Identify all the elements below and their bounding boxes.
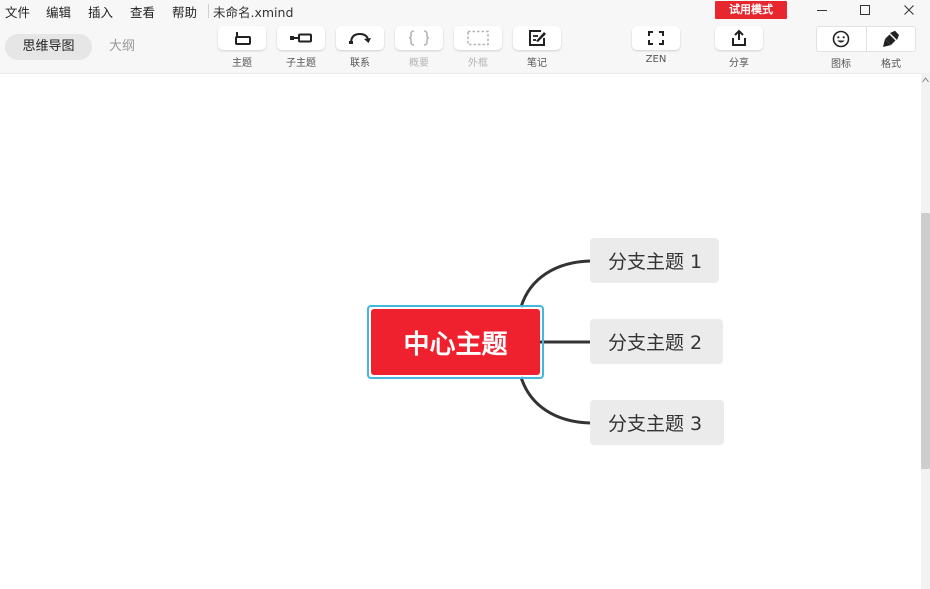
central-topic[interactable]: 中心主题 <box>371 309 540 375</box>
icon-button[interactable]: 图标 <box>816 26 866 70</box>
minimize-button[interactable] <box>802 0 842 21</box>
share-icon <box>732 29 746 46</box>
relationship-icon <box>349 32 371 44</box>
branch-topic-3[interactable]: 分支主题 3 <box>590 400 724 445</box>
zen-button[interactable]: ZEN <box>632 26 680 65</box>
relationship-label: 联系 <box>350 58 370 69</box>
menu-divider <box>208 4 209 18</box>
smiley-icon <box>832 30 850 48</box>
minimize-icon <box>817 10 827 11</box>
tab-outline[interactable]: 大纲 <box>100 34 144 60</box>
close-icon <box>904 5 914 15</box>
title-bar: 文件 编辑 插入 查看 帮助 未命名.xmind 试用模式 <box>0 0 930 21</box>
icon-label: 图标 <box>831 59 851 70</box>
close-button[interactable] <box>889 0 929 21</box>
brush-icon <box>883 30 899 47</box>
subtopic-button[interactable]: 子主题 <box>277 26 325 69</box>
menu-help[interactable]: 帮助 <box>172 2 197 21</box>
note-edit-icon <box>529 30 546 46</box>
menu-insert[interactable]: 插入 <box>88 2 113 21</box>
menu-edit[interactable]: 编辑 <box>46 2 71 21</box>
topic-label: 主题 <box>232 58 252 69</box>
fullscreen-icon <box>648 31 664 45</box>
subtopic-label: 子主题 <box>286 58 316 69</box>
file-name: 未命名.xmind <box>213 5 294 20</box>
scroll-up-arrow-icon[interactable] <box>922 77 929 83</box>
curly-braces-icon <box>408 30 430 46</box>
branch-topic-2[interactable]: 分支主题 2 <box>590 319 723 364</box>
subtopic-icon <box>290 33 312 43</box>
scrollbar-thumb[interactable] <box>921 213 930 469</box>
dashed-box-icon <box>467 30 489 46</box>
branch-topic-1[interactable]: 分支主题 1 <box>590 238 719 283</box>
maximize-icon <box>860 5 870 15</box>
trial-mode-badge[interactable]: 试用模式 <box>715 1 787 19</box>
maximize-button[interactable] <box>845 0 885 21</box>
summary-label: 概要 <box>409 58 429 69</box>
topic-button[interactable]: 主题 <box>218 26 266 69</box>
share-label: 分享 <box>729 58 749 69</box>
zen-label: ZEN <box>645 54 667 65</box>
boundary-label: 外框 <box>468 58 488 69</box>
boundary-button[interactable]: 外框 <box>454 26 502 69</box>
tab-mindmap[interactable]: 思维导图 <box>5 34 92 60</box>
format-label: 格式 <box>881 59 901 70</box>
notes-label: 笔记 <box>527 58 547 69</box>
topic-icon <box>235 32 251 45</box>
menu-file[interactable]: 文件 <box>5 2 30 21</box>
notes-button[interactable]: 笔记 <box>513 26 561 69</box>
summary-button[interactable]: 概要 <box>395 26 443 69</box>
share-button[interactable]: 分享 <box>715 26 763 69</box>
menu-view[interactable]: 查看 <box>130 2 155 21</box>
relationship-button[interactable]: 联系 <box>336 26 384 69</box>
format-button[interactable]: 格式 <box>866 26 916 70</box>
